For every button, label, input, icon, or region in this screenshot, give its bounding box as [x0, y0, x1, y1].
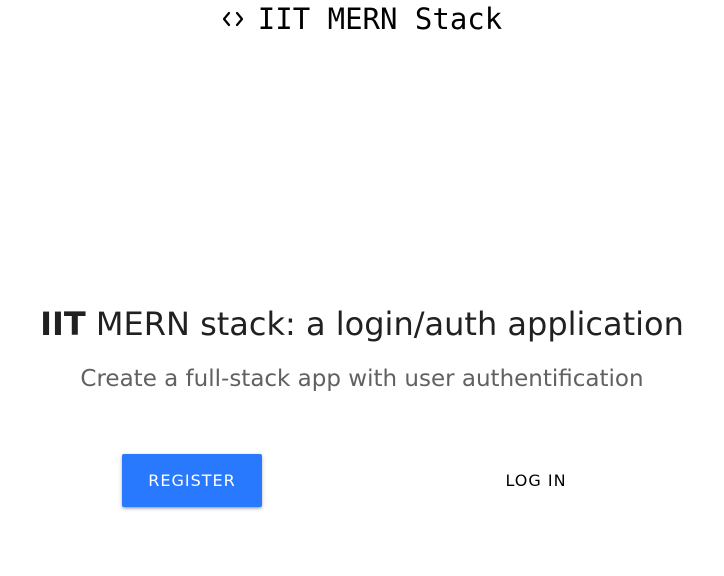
page-title: IIT MERN stack: a login/auth application	[0, 300, 724, 348]
navbar: IIT MERN Stack	[0, 0, 724, 40]
page-title-rest: MERN stack: a login/auth application	[85, 305, 684, 343]
brand-link[interactable]: IIT MERN Stack	[222, 2, 502, 36]
page-title-strong: IIT	[40, 305, 86, 343]
register-button[interactable]: Register	[122, 454, 262, 507]
brand-title: IIT MERN Stack	[257, 2, 503, 36]
code-icon	[222, 4, 244, 34]
login-button[interactable]: Log In	[466, 454, 606, 507]
page-subtitle: Create a full-stack app with user authen…	[80, 366, 644, 392]
hero: IIT MERN stack: a login/auth application…	[0, 300, 724, 394]
